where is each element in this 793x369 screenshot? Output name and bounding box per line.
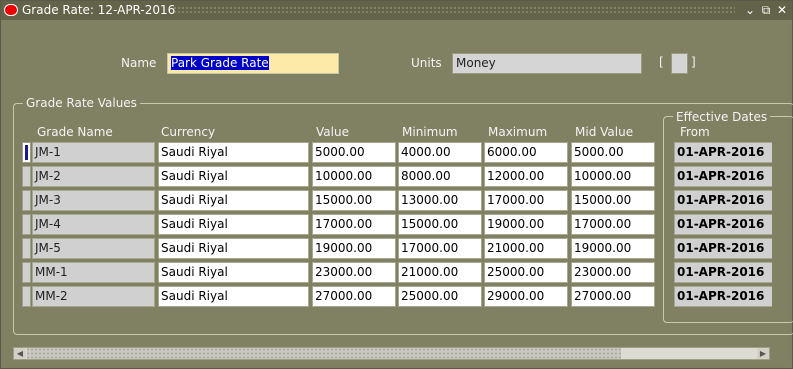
minimize-button[interactable]: ⌄ bbox=[743, 3, 757, 17]
value-cell[interactable]: 15000.00 bbox=[312, 190, 396, 211]
mid-value-cell[interactable]: 23000.00 bbox=[571, 262, 655, 283]
grade-rate-values-title: Grade Rate Values bbox=[23, 96, 140, 110]
effective-from-cell[interactable]: 01-APR-2016 bbox=[674, 142, 772, 163]
minimum-cell[interactable]: 17000.00 bbox=[398, 238, 482, 259]
col-header-maximum: Maximum bbox=[488, 125, 548, 139]
minimum-cell[interactable]: 8000.00 bbox=[398, 166, 482, 187]
scroll-left-arrow-icon[interactable]: ◀ bbox=[14, 348, 26, 359]
bracket-close: ] bbox=[691, 55, 696, 69]
minimum-cell[interactable]: 25000.00 bbox=[398, 286, 482, 307]
form-content: Name Park Grade Rate Units Money [ ] Gra… bbox=[3, 21, 793, 366]
row-indicator[interactable] bbox=[22, 190, 31, 211]
currency-cell[interactable]: Saudi Riyal bbox=[158, 142, 309, 163]
minimum-cell[interactable]: 13000.00 bbox=[398, 190, 482, 211]
row-indicator[interactable] bbox=[22, 142, 31, 163]
maximum-cell[interactable]: 6000.00 bbox=[484, 142, 568, 163]
mid-value-cell[interactable]: 19000.00 bbox=[571, 238, 655, 259]
value-cell[interactable]: 17000.00 bbox=[312, 214, 396, 235]
value-cell[interactable]: 10000.00 bbox=[312, 166, 396, 187]
maximize-button[interactable]: ⧉ bbox=[759, 3, 773, 17]
grade-name-cell[interactable]: JM-2 bbox=[32, 166, 155, 187]
effective-from-cell[interactable]: 01-APR-2016 bbox=[674, 190, 772, 211]
mid-value-cell[interactable]: 15000.00 bbox=[571, 190, 655, 211]
grade-name-cell[interactable]: MM-1 bbox=[32, 262, 155, 283]
row-indicator[interactable] bbox=[22, 166, 31, 187]
grade-name-cell[interactable]: JM-5 bbox=[32, 238, 155, 259]
effective-from-cell[interactable]: 01-APR-2016 bbox=[674, 238, 772, 259]
minimum-cell[interactable]: 4000.00 bbox=[398, 142, 482, 163]
grade-name-cell[interactable]: JM-4 bbox=[32, 214, 155, 235]
col-header-grade-name: Grade Name bbox=[37, 125, 113, 139]
mid-value-cell[interactable]: 17000.00 bbox=[571, 214, 655, 235]
maximum-cell[interactable]: 25000.00 bbox=[484, 262, 568, 283]
col-header-mid-value: Mid Value bbox=[575, 125, 634, 139]
maximum-cell[interactable]: 19000.00 bbox=[484, 214, 568, 235]
flexfield-button[interactable] bbox=[671, 53, 688, 74]
scrollbar-thumb[interactable] bbox=[27, 348, 621, 359]
maximum-cell[interactable]: 21000.00 bbox=[484, 238, 568, 259]
window-title: Grade Rate: 12-APR-2016 bbox=[22, 3, 176, 17]
value-cell[interactable]: 27000.00 bbox=[312, 286, 396, 307]
grade-name-cell[interactable]: MM-2 bbox=[32, 286, 155, 307]
row-indicator[interactable] bbox=[22, 286, 31, 307]
currency-cell[interactable]: Saudi Riyal bbox=[158, 190, 309, 211]
col-header-from: From bbox=[680, 125, 710, 139]
mid-value-cell[interactable]: 27000.00 bbox=[571, 286, 655, 307]
effective-from-cell[interactable]: 01-APR-2016 bbox=[674, 214, 772, 235]
horizontal-scrollbar[interactable]: ◀ ▶ bbox=[13, 347, 770, 360]
row-indicator[interactable] bbox=[22, 238, 31, 259]
col-header-minimum: Minimum bbox=[402, 125, 458, 139]
name-value: Park Grade Rate bbox=[171, 56, 269, 70]
effective-from-cell[interactable]: 01-APR-2016 bbox=[674, 286, 772, 307]
grade-name-cell[interactable]: JM-3 bbox=[32, 190, 155, 211]
units-field[interactable]: Money bbox=[452, 53, 642, 74]
effective-from-cell[interactable]: 01-APR-2016 bbox=[674, 262, 772, 283]
title-bar-grip[interactable] bbox=[173, 6, 735, 15]
value-cell[interactable]: 23000.00 bbox=[312, 262, 396, 283]
effective-dates-title: Effective Dates bbox=[673, 110, 771, 124]
oracle-icon bbox=[4, 4, 18, 16]
name-label: Name bbox=[121, 56, 157, 70]
value-cell[interactable]: 19000.00 bbox=[312, 238, 396, 259]
maximum-cell[interactable]: 12000.00 bbox=[484, 166, 568, 187]
bracket-open: [ bbox=[659, 55, 664, 69]
mid-value-cell[interactable]: 10000.00 bbox=[571, 166, 655, 187]
currency-cell[interactable]: Saudi Riyal bbox=[158, 262, 309, 283]
grade-rate-window: Grade Rate: 12-APR-2016 ⌄ ⧉ ✕ Name Park … bbox=[0, 0, 793, 369]
close-button[interactable]: ✕ bbox=[775, 3, 789, 17]
effective-from-cell[interactable]: 01-APR-2016 bbox=[674, 166, 772, 187]
currency-cell[interactable]: Saudi Riyal bbox=[158, 238, 309, 259]
minimum-cell[interactable]: 15000.00 bbox=[398, 214, 482, 235]
currency-cell[interactable]: Saudi Riyal bbox=[158, 214, 309, 235]
grade-name-cell[interactable]: JM-1 bbox=[32, 142, 155, 163]
mid-value-cell[interactable]: 5000.00 bbox=[571, 142, 655, 163]
row-indicator[interactable] bbox=[22, 262, 31, 283]
minimum-cell[interactable]: 21000.00 bbox=[398, 262, 482, 283]
name-field[interactable]: Park Grade Rate bbox=[167, 53, 339, 74]
maximum-cell[interactable]: 29000.00 bbox=[484, 286, 568, 307]
scroll-right-arrow-icon[interactable]: ▶ bbox=[757, 348, 769, 359]
col-header-currency: Currency bbox=[161, 125, 216, 139]
title-bar[interactable]: Grade Rate: 12-APR-2016 ⌄ ⧉ ✕ bbox=[1, 1, 792, 20]
value-cell[interactable]: 5000.00 bbox=[312, 142, 396, 163]
row-indicator[interactable] bbox=[22, 214, 31, 235]
maximum-cell[interactable]: 17000.00 bbox=[484, 190, 568, 211]
units-label: Units bbox=[411, 56, 442, 70]
currency-cell[interactable]: Saudi Riyal bbox=[158, 286, 309, 307]
col-header-value: Value bbox=[316, 125, 349, 139]
currency-cell[interactable]: Saudi Riyal bbox=[158, 166, 309, 187]
